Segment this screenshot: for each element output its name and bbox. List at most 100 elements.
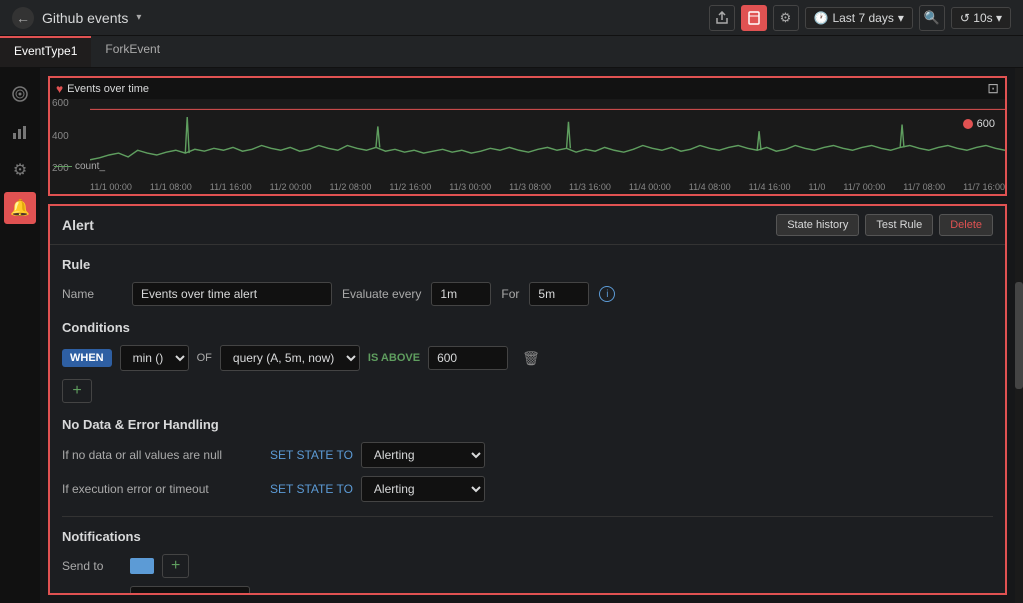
message-row: Message [62, 586, 993, 595]
threshold-input[interactable] [428, 346, 508, 370]
name-label: Name [62, 287, 122, 301]
share-icon-btn[interactable] [709, 5, 735, 31]
execution-error-state-select[interactable]: Alerting Keep Last State [361, 476, 485, 502]
x-label-9: 11/4 00:00 [629, 182, 671, 192]
chart-title: Events over time [67, 83, 149, 95]
rule-name-row: Name Evaluate every For i [62, 282, 993, 306]
bookmark-icon-btn[interactable] [741, 5, 767, 31]
send-to-badge [130, 558, 154, 574]
sidebar-layers[interactable] [4, 78, 36, 110]
execution-error-label: If execution error or timeout [62, 482, 262, 496]
chart-legend: count_ [54, 161, 105, 172]
alert-body: Rule Name Evaluate every For i Condition… [50, 245, 1005, 595]
x-label-2: 11/1 16:00 [210, 182, 252, 192]
top-header: ← Github events ▾ ⚙ 🕐 Last 7 days ▾ 🔍 ↺ … [0, 0, 1023, 36]
tabs-row: EventType1 ForkEvent [0, 36, 1023, 68]
conditions-title: Conditions [62, 320, 993, 335]
x-label-7: 11/3 08:00 [509, 182, 551, 192]
query-select[interactable]: query (A, 5m, now) [220, 345, 360, 371]
right-scrollbar[interactable] [1015, 68, 1023, 603]
time-range-caret: ▾ [898, 11, 904, 25]
chart-title-bar: ♥ Events over time ⊡ [50, 78, 1005, 99]
sidebar-chart[interactable] [4, 116, 36, 148]
legend-line [54, 166, 72, 167]
x-label-8: 11/3 16:00 [569, 182, 611, 192]
set-state-to-label-1: SET STATE TO [270, 448, 353, 462]
tab-eventtype1[interactable]: EventType1 [0, 36, 91, 67]
name-input[interactable] [132, 282, 332, 306]
of-label: OF [197, 352, 212, 364]
time-range-button[interactable]: 🕐 Last 7 days ▾ [805, 7, 913, 29]
chart-x-labels: 11/1 00:00 11/1 08:00 11/1 16:00 11/2 00… [90, 182, 1005, 192]
condition-row-1: WHEN min () OF query (A, 5m, now) IS ABO… [62, 345, 993, 371]
evaluate-every-input[interactable] [431, 282, 491, 306]
x-label-0: 11/1 00:00 [90, 182, 132, 192]
x-label-10: 11/4 08:00 [689, 182, 731, 192]
x-label-15: 11/7 16:00 [963, 182, 1005, 192]
evaluate-every-label: Evaluate every [342, 287, 421, 301]
rule-section-title: Rule [62, 257, 993, 272]
message-input[interactable] [130, 586, 250, 595]
refresh-interval: 10s [973, 11, 992, 25]
message-label: Message [62, 591, 122, 595]
x-label-11: 11/4 16:00 [749, 182, 791, 192]
left-sidebar: ⚙ 🔔 [0, 68, 40, 603]
chart-expand-button[interactable]: ⊡ [987, 80, 999, 97]
send-to-label: Send to [62, 559, 122, 573]
x-label-13: 11/7 00:00 [843, 182, 885, 192]
for-label: For [501, 287, 519, 301]
add-condition-button[interactable]: + [62, 379, 92, 403]
delete-condition-button[interactable]: 🗑 [516, 348, 546, 369]
x-label-12: 11/0 [809, 182, 826, 192]
main-area: ⚙ 🔔 ♥ Events over time ⊡ 600 400 200 [0, 68, 1023, 603]
refresh-caret: ▾ [996, 11, 1002, 25]
x-label-14: 11/7 08:00 [903, 182, 945, 192]
chart-svg [90, 98, 1005, 174]
refresh-icon: ↺ [960, 11, 970, 25]
send-to-row: Send to + [62, 554, 993, 578]
dashboard-title: Github events [42, 10, 128, 26]
heart-icon: ♥ [56, 82, 63, 96]
y-label-600: 600 [52, 98, 69, 109]
no-data-row: If no data or all values are null SET ST… [62, 442, 993, 468]
when-func-select[interactable]: min () [120, 345, 189, 371]
x-label-6: 11/3 00:00 [449, 182, 491, 192]
alert-title: Alert [62, 217, 94, 233]
for-input[interactable] [529, 282, 589, 306]
alert-panel-header: Alert State history Test Rule Delete [50, 206, 1005, 245]
sidebar-settings[interactable]: ⚙ [4, 154, 36, 186]
back-button[interactable]: ← [12, 7, 34, 29]
is-above-label: IS ABOVE [368, 352, 420, 364]
alert-header-buttons: State history Test Rule Delete [776, 214, 993, 236]
execution-error-row: If execution error or timeout SET STATE … [62, 476, 993, 502]
add-notification-button[interactable]: + [162, 554, 189, 578]
delete-button[interactable]: Delete [939, 214, 993, 236]
test-rule-button[interactable]: Test Rule [865, 214, 933, 236]
sidebar-bell[interactable]: 🔔 [4, 192, 36, 224]
x-label-5: 11/2 16:00 [389, 182, 431, 192]
content-area: ♥ Events over time ⊡ 600 400 200 600 [40, 68, 1015, 603]
state-history-button[interactable]: State history [776, 214, 859, 236]
scrollbar-thumb[interactable] [1015, 282, 1023, 389]
no-data-section: No Data & Error Handling If no data or a… [62, 417, 993, 502]
title-caret[interactable]: ▾ [136, 12, 141, 23]
no-data-label: If no data or all values are null [62, 448, 262, 462]
legend-label: count_ [75, 161, 105, 172]
info-icon[interactable]: i [599, 286, 615, 302]
header-right: ⚙ 🕐 Last 7 days ▾ 🔍 ↺ 10s ▾ [709, 5, 1012, 31]
alert-panel: Alert State history Test Rule Delete Rul… [48, 204, 1007, 595]
conditions-section: Conditions WHEN min () OF query (A, 5m, … [62, 320, 993, 403]
no-data-state-select[interactable]: Alerting No Data Keep Last State OK [361, 442, 485, 468]
time-range-label: Last 7 days [832, 11, 893, 25]
refresh-button[interactable]: ↺ 10s ▾ [951, 7, 1011, 29]
settings-icon-btn[interactable]: ⚙ [773, 5, 799, 31]
x-label-3: 11/2 00:00 [270, 182, 312, 192]
chart-title-inner: ♥ Events over time [56, 82, 149, 96]
tab-forkevent[interactable]: ForkEvent [91, 36, 174, 67]
set-state-to-label-2: SET STATE TO [270, 482, 353, 496]
when-badge: WHEN [62, 349, 112, 367]
search-button[interactable]: 🔍 [919, 5, 945, 31]
chart-panel: ♥ Events over time ⊡ 600 400 200 600 [48, 76, 1007, 196]
notifications-title: Notifications [62, 529, 993, 544]
no-data-title: No Data & Error Handling [62, 417, 993, 432]
